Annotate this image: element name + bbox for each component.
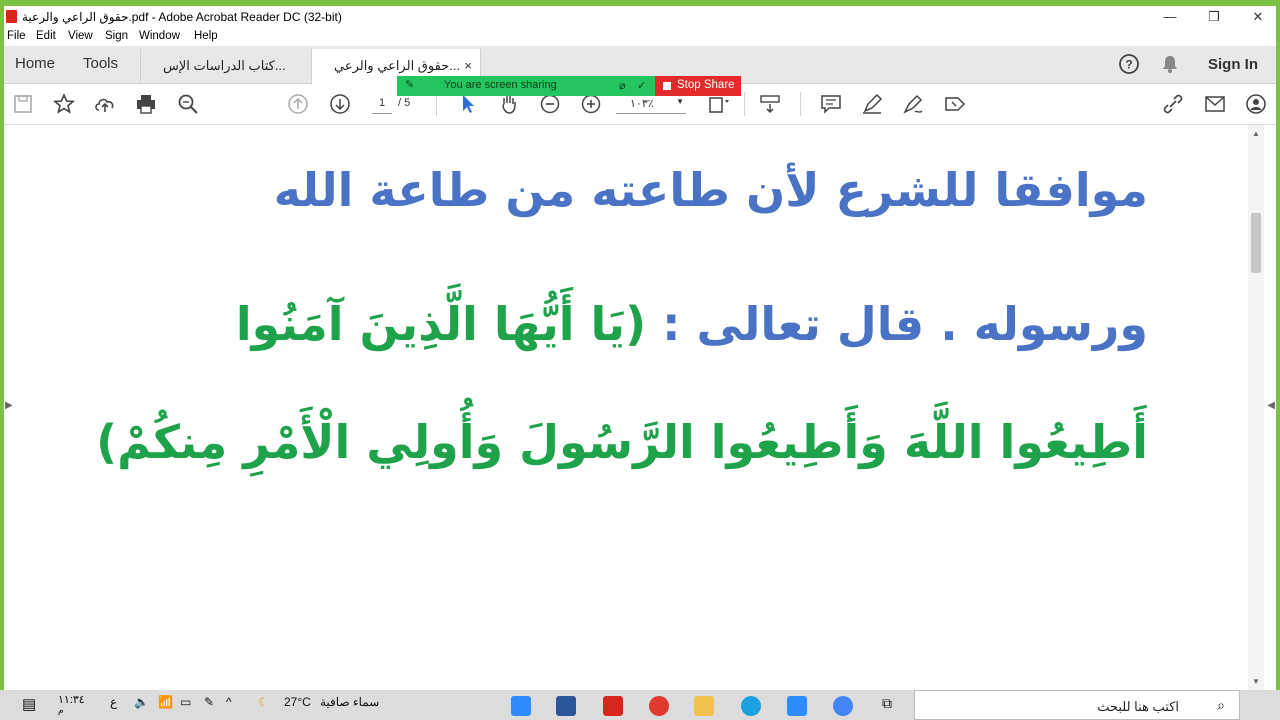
minimize-button[interactable]: —: [1150, 6, 1190, 28]
document-line-2-quran: (يَا أَيُّهَا الَّذِينَ آمَنُوا: [235, 297, 647, 351]
stop-icon: [663, 82, 671, 90]
edge-browser-icon[interactable]: [741, 696, 761, 716]
svg-text:?: ?: [1125, 58, 1132, 72]
menu-window[interactable]: Window: [139, 30, 180, 42]
stop-share-button[interactable]: Stop Share: [655, 76, 741, 96]
notifications-bell-icon[interactable]: [1160, 46, 1180, 83]
menu-file[interactable]: File: [7, 30, 26, 42]
taskbar-search-placeholder: اكتب هنا للبحث: [1097, 699, 1179, 714]
weather-temperature[interactable]: 27°C: [284, 695, 311, 709]
battery-icon[interactable]: ▭: [180, 695, 191, 709]
wifi-icon[interactable]: 📶: [158, 695, 173, 709]
tab-home[interactable]: Home: [15, 55, 55, 72]
menu-view[interactable]: View: [68, 30, 93, 42]
save-icon[interactable]: [11, 92, 35, 116]
windows-taskbar: ▤ ١١:٣٤ م ع 🔈 📶 ▭ ✎ ^ ☾ 27°C سماء صافية …: [0, 690, 1280, 720]
pen-icon[interactable]: ✎: [204, 695, 214, 709]
search-icon: ⌕: [1217, 697, 1225, 713]
document-line-2-narration: ورسوله . قال تعالى :: [646, 297, 1148, 351]
scroll-mode-icon[interactable]: [758, 92, 782, 116]
tab-document-active-label: حقوق الراعي والرعي...: [334, 58, 461, 73]
highlight-pen-icon[interactable]: [860, 92, 884, 116]
pin-icon[interactable]: ✎: [405, 78, 414, 91]
comment-icon[interactable]: [819, 92, 843, 116]
chevron-down-icon: ▼: [676, 97, 684, 106]
screen-sharing-status: You are screen sharing: [444, 79, 557, 91]
print-icon[interactable]: [134, 92, 158, 116]
menu-help[interactable]: Help: [194, 30, 218, 42]
zoom-meetings-icon[interactable]: [787, 696, 807, 716]
taskbar-search-input[interactable]: اكتب هنا للبحث ⌕: [914, 690, 1240, 720]
page-number-input[interactable]: 1: [372, 97, 392, 114]
restore-button[interactable]: ❐: [1194, 6, 1234, 28]
next-page-icon[interactable]: [328, 92, 352, 116]
left-panel-toggle-icon[interactable]: ▶: [5, 400, 13, 411]
show-hidden-icons-chevron-icon[interactable]: ^: [226, 695, 232, 709]
shield-check-icon: ✓: [637, 80, 647, 92]
acrobat-window: حقوق الراعي والرعية.pdf - Adobe Acrobat …: [4, 6, 1276, 690]
draw-sign-icon[interactable]: [901, 92, 925, 116]
document-line-2: ورسوله . قال تعالى : (يَا أَيُّهَا الَّذ…: [236, 297, 1148, 351]
zoom-level-value: ١٠٣٪: [630, 98, 654, 110]
help-icon[interactable]: ?: [1118, 46, 1140, 83]
bookmark-star-icon[interactable]: [52, 92, 76, 116]
previous-page-icon[interactable]: [286, 92, 310, 116]
stop-share-label: Stop Share: [677, 79, 735, 91]
notification-center-icon[interactable]: ▤: [22, 695, 36, 713]
menu-edit[interactable]: Edit: [36, 30, 56, 42]
screen-sharing-banner: ✎ You are screen sharing ⌀ ✓: [397, 76, 659, 96]
input-language[interactable]: ع: [110, 695, 117, 709]
close-window-button[interactable]: ✕: [1238, 6, 1276, 28]
clock-ampm: م: [58, 705, 64, 715]
scroll-down-icon[interactable]: ▼: [1252, 677, 1260, 686]
tab-document-inactive[interactable]: كتاب الدراسات الإس...: [140, 49, 310, 83]
mic-off-icon[interactable]: ⌀: [619, 79, 626, 92]
weather-moon-icon[interactable]: ☾: [258, 695, 269, 709]
toolbar-divider: [744, 92, 745, 116]
tab-tools[interactable]: Tools: [83, 55, 118, 72]
chrome-browser-icon[interactable]: [833, 696, 853, 716]
sign-in-button[interactable]: Sign In: [1208, 46, 1258, 83]
tab-document-inactive-label: كتاب الدراسات الإس...: [163, 58, 286, 73]
vertical-scrollbar[interactable]: ▲ ▼: [1248, 125, 1264, 690]
page-total: / 5: [398, 97, 411, 109]
weather-description[interactable]: سماء صافية: [320, 695, 379, 709]
document-line-1: موافقا للشرع لأن طاعته من طاعة الله: [273, 163, 1148, 217]
share-link-icon[interactable]: [1161, 92, 1185, 116]
title-bar: حقوق الراعي والرعية.pdf - Adobe Acrobat …: [4, 6, 1276, 28]
volume-icon[interactable]: 🔈: [134, 695, 149, 709]
document-view[interactable]: ▶ موافقا للشرع لأن طاعته من طاعة الله ور…: [4, 125, 1276, 690]
fill-sign-icon[interactable]: [943, 92, 967, 116]
acrobat-app-icon: [6, 10, 17, 23]
document-line-3: أَطِيعُوا اللَّهَ وَأَطِيعُوا الرَّسُولَ…: [96, 415, 1148, 469]
search-zoom-icon[interactable]: [176, 92, 200, 116]
scroll-thumb[interactable]: [1251, 213, 1261, 273]
task-view-icon[interactable]: ⧉: [882, 695, 892, 712]
zoom-level-select[interactable]: ١٠٣٪ ▼: [616, 97, 686, 114]
toolbar-divider: [800, 92, 801, 116]
word-app-icon[interactable]: [556, 696, 576, 716]
acrobat-taskbar-icon[interactable]: [603, 696, 623, 716]
email-icon[interactable]: [1203, 92, 1227, 116]
menu-bar: File Edit View Sign Window Help: [4, 28, 1276, 46]
record-app-icon[interactable]: [649, 696, 669, 716]
right-panel-toggle-icon[interactable]: ◀: [1267, 400, 1275, 411]
scroll-up-icon[interactable]: ▲: [1252, 129, 1260, 138]
menu-sign[interactable]: Sign: [105, 30, 128, 42]
file-explorer-icon[interactable]: [694, 696, 714, 716]
zoom-app-icon[interactable]: [511, 696, 531, 716]
add-user-icon[interactable]: [1244, 92, 1268, 116]
window-title: حقوق الراعي والرعية.pdf - Adobe Acrobat …: [22, 10, 342, 24]
upload-cloud-icon[interactable]: [93, 92, 117, 116]
